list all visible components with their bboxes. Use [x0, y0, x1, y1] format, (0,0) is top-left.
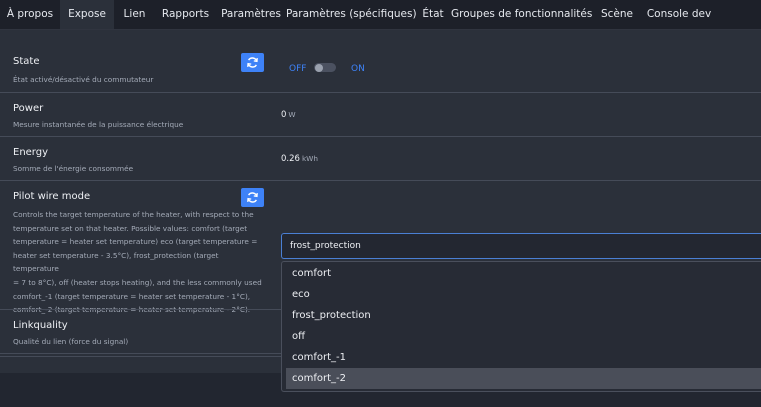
- description-line: temperature set on that heater. Possible…: [13, 223, 248, 233]
- power-label: Power: [13, 103, 44, 114]
- description-line: heater set temperature - 3.5°C), frost_p…: [13, 250, 219, 274]
- select-value: frost_protection: [290, 241, 361, 251]
- tab-bar: À propos Expose Lien Rapports Paramètres…: [0, 0, 761, 30]
- state-description: État activé/désactivé du commutateur: [13, 75, 154, 84]
- option-comfort-minus-1[interactable]: comfort_-1: [292, 352, 346, 363]
- description-line: Controls the target temperature of the h…: [13, 210, 254, 219]
- pilot-wire-mode-select[interactable]: frost_protection: [281, 233, 761, 259]
- refresh-icon: [247, 57, 258, 68]
- pilot-wire-mode-label: Pilot wire mode: [13, 191, 91, 202]
- pilot-wire-mode-description: Controls the target temperature of the h…: [13, 208, 265, 317]
- option-off[interactable]: off: [292, 331, 305, 342]
- toggle-knob: [315, 63, 323, 72]
- state-row: State État activé/désactivé du commutate…: [0, 44, 761, 93]
- tab-settings[interactable]: Paramètres: [216, 0, 286, 29]
- pilot-wire-refresh-button[interactable]: [241, 188, 264, 207]
- option-eco[interactable]: eco: [292, 289, 310, 300]
- energy-value: 0.26 kWh: [281, 154, 319, 164]
- energy-unit: kWh: [301, 154, 319, 163]
- tab-specific-settings[interactable]: Paramètres (spécifiques): [286, 0, 417, 29]
- state-on-label: ON: [351, 64, 365, 74]
- tab-dev-console[interactable]: Console dev: [642, 0, 716, 29]
- row-divider: [0, 356, 281, 357]
- tab-about[interactable]: À propos: [0, 0, 60, 29]
- tab-link[interactable]: Lien: [114, 0, 155, 29]
- linkquality-label: Linkquality: [13, 320, 68, 331]
- option-comfort-minus-2[interactable]: comfort_-2: [292, 373, 346, 384]
- power-description: Mesure instantanée de la puissance élect…: [13, 120, 184, 129]
- tab-feature-groups[interactable]: Groupes de fonctionnalités: [451, 0, 592, 29]
- state-refresh-button[interactable]: [241, 53, 264, 72]
- tab-state[interactable]: État: [415, 0, 451, 29]
- state-toggle-switch[interactable]: [314, 63, 336, 72]
- option-comfort[interactable]: comfort: [292, 268, 331, 279]
- refresh-icon: [247, 192, 258, 203]
- description-line: temperature = heater set temperature) ec…: [13, 237, 258, 247]
- description-line: = 7 to 8°C), off (heater stops heating),…: [13, 277, 262, 287]
- energy-row: Energy Somme de l'énergie consommée 0.26…: [0, 137, 761, 181]
- energy-label: Energy: [13, 147, 49, 158]
- power-row: Power Mesure instantanée de la puissance…: [0, 93, 761, 137]
- power-unit: W: [288, 110, 296, 119]
- option-frost-protection[interactable]: frost_protection: [292, 310, 371, 321]
- state-label: State: [13, 56, 40, 67]
- linkquality-description: Qualité du lien (force du signal): [13, 337, 129, 346]
- tab-expose[interactable]: Expose: [60, 0, 114, 29]
- state-off-label: OFF: [289, 64, 307, 74]
- description-line: comfort_-1 (target temperature = heater …: [13, 291, 251, 301]
- row-divider: [0, 309, 281, 310]
- pilot-wire-mode-options: comfort eco frost_protection off comfort…: [281, 261, 761, 392]
- tab-reports[interactable]: Rapports: [155, 0, 216, 29]
- energy-description: Somme de l'énergie consommée: [13, 164, 134, 173]
- tab-scene[interactable]: Scène: [592, 0, 642, 29]
- row-divider: [0, 353, 281, 354]
- power-value: 0W: [281, 110, 296, 120]
- option-highlight: [286, 368, 761, 389]
